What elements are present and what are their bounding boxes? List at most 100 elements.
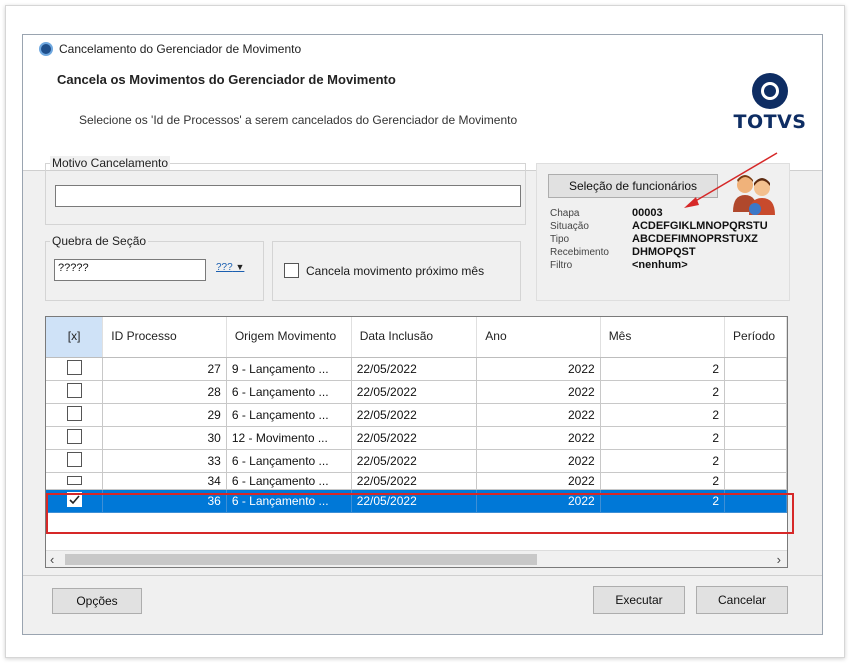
periodo-cell <box>724 426 787 450</box>
col-header-select[interactable]: [x] <box>46 317 104 358</box>
row-select-cell[interactable] <box>46 357 104 381</box>
row-checkbox[interactable] <box>66 451 82 467</box>
id-cell: 34 <box>102 472 227 490</box>
row-checkbox[interactable] <box>66 405 82 421</box>
ano-cell: 2022 <box>476 380 601 404</box>
ano-cell: 2022 <box>476 449 601 473</box>
process-table: [x] ID Processo Origem Movimento Data In… <box>46 317 787 513</box>
col-header-periodo[interactable]: Período <box>724 317 787 358</box>
col-header-data[interactable]: Data Inclusão <box>351 317 478 358</box>
quebra-legend: Quebra de Seção <box>50 234 149 248</box>
logo-icon <box>752 73 788 109</box>
row-select-cell[interactable] <box>46 472 104 490</box>
motivo-group: Motivo Cancelamento <box>45 156 526 225</box>
table-row[interactable]: 29 6 - Lançamento ... 22/05/2022 2022 2 <box>46 403 787 427</box>
chapa-label: Chapa <box>550 208 580 219</box>
mes-cell: 2 <box>600 472 726 490</box>
scroll-left-icon[interactable]: ‹ <box>50 552 54 567</box>
cancela-checkbox[interactable] <box>284 263 299 278</box>
ano-cell: 2022 <box>476 357 601 381</box>
tipo-label: Tipo <box>550 234 570 245</box>
row-checkbox[interactable] <box>66 475 82 485</box>
motivo-legend: Motivo Cancelamento <box>50 156 171 170</box>
footer-divider <box>23 575 822 576</box>
row-checkbox[interactable] <box>66 382 82 398</box>
horizontal-scrollbar[interactable]: ‹ › <box>46 550 787 567</box>
options-button[interactable]: Opções <box>52 588 142 614</box>
periodo-cell <box>724 472 787 490</box>
ano-cell: 2022 <box>476 426 601 450</box>
cancel-button[interactable]: Cancelar <box>696 586 788 614</box>
table-row[interactable]: 33 6 - Lançamento ... 22/05/2022 2022 2 <box>46 449 787 473</box>
table-row[interactable]: 28 6 - Lançamento ... 22/05/2022 2022 2 <box>46 380 787 404</box>
header-title: Cancela os Movimentos do Gerenciador de … <box>57 72 396 87</box>
id-cell: 30 <box>102 426 227 450</box>
data-cell: 22/05/2022 <box>351 449 478 473</box>
periodo-cell <box>724 449 787 473</box>
mes-cell: 2 <box>600 357 726 381</box>
cancela-group: Cancela movimento próximo mês <box>272 241 521 301</box>
mes-cell: 2 <box>600 380 726 404</box>
origem-cell: 6 - Lançamento ... <box>226 403 352 427</box>
annotation-arrow-icon <box>684 152 778 208</box>
id-cell: 27 <box>102 357 227 381</box>
col-header-mes[interactable]: Mês <box>600 317 726 358</box>
cancela-checkbox-row[interactable]: Cancela movimento próximo mês <box>284 263 484 278</box>
header-subtitle: Selecione os 'Id de Processos' a serem c… <box>79 113 518 127</box>
window-title: Cancelamento do Gerenciador de Movimento <box>59 42 302 56</box>
execute-button[interactable]: Executar <box>593 586 685 614</box>
recebimento-value: DHMOPQST <box>632 246 696 258</box>
ano-cell: 2022 <box>476 472 601 490</box>
logo-text: TOTVS <box>733 111 807 133</box>
periodo-cell <box>724 403 787 427</box>
row-checkbox[interactable] <box>66 428 82 444</box>
tipo-value: ABCDEFIMNOPRSTUXZ <box>632 233 758 245</box>
app-icon <box>39 42 53 56</box>
title-bar: Cancelamento do Gerenciador de Movimento <box>23 35 822 63</box>
row-checkbox[interactable] <box>66 359 82 375</box>
periodo-cell <box>724 380 787 404</box>
table-row[interactable]: 27 9 - Lançamento ... 22/05/2022 2022 2 <box>46 357 787 381</box>
origem-cell: 6 - Lançamento ... <box>226 380 352 404</box>
origem-cell: 12 - Movimento ... <box>226 426 352 450</box>
data-cell: 22/05/2022 <box>351 426 478 450</box>
row-select-cell[interactable] <box>46 426 104 450</box>
selected-row-highlight <box>46 493 794 534</box>
col-header-ano[interactable]: Ano <box>476 317 601 358</box>
id-cell: 29 <box>102 403 227 427</box>
table-row[interactable]: 30 12 - Movimento ... 22/05/2022 2022 2 <box>46 426 787 450</box>
origem-cell: 9 - Lançamento ... <box>226 357 352 381</box>
scrollbar-thumb[interactable] <box>65 554 537 565</box>
origem-cell: 6 - Lançamento ... <box>226 472 352 490</box>
periodo-cell <box>724 357 787 381</box>
data-cell: 22/05/2022 <box>351 357 478 381</box>
cancela-label: Cancela movimento próximo mês <box>306 263 485 278</box>
scroll-right-icon[interactable]: › <box>777 552 781 567</box>
lookup-label: ??? <box>216 262 233 273</box>
quebra-group: Quebra de Seção ????? ??? ▼ <box>45 234 264 301</box>
col-header-origem[interactable]: Origem Movimento <box>226 317 352 358</box>
filtro-value: <nenhum> <box>632 259 688 271</box>
mes-cell: 2 <box>600 449 726 473</box>
col-header-id[interactable]: ID Processo <box>102 317 227 358</box>
filtro-label: Filtro <box>550 260 573 271</box>
row-select-cell[interactable] <box>46 449 104 473</box>
id-cell: 33 <box>102 449 227 473</box>
row-select-cell[interactable] <box>46 380 104 404</box>
data-cell: 22/05/2022 <box>351 472 478 490</box>
situacao-value: ACDEFGIKLMNOPQRSTU <box>632 220 768 232</box>
header-row: [x] ID Processo Origem Movimento Data In… <box>46 317 787 358</box>
row-select-cell[interactable] <box>46 403 104 427</box>
data-cell: 22/05/2022 <box>351 380 478 404</box>
quebra-input[interactable]: ????? <box>54 259 206 281</box>
data-cell: 22/05/2022 <box>351 403 478 427</box>
origem-cell: 6 - Lançamento ... <box>226 449 352 473</box>
mes-cell: 2 <box>600 426 726 450</box>
id-cell: 28 <box>102 380 227 404</box>
totvs-logo: TOTVS <box>730 73 810 139</box>
quebra-lookup-button[interactable]: ??? ▼ <box>216 262 244 273</box>
table-row[interactable]: 34 6 - Lançamento ... 22/05/2022 2022 2 <box>46 472 787 490</box>
motivo-input[interactable] <box>55 185 521 207</box>
chapa-value: 00003 <box>632 207 663 219</box>
dialog-window: Cancelamento do Gerenciador de Movimento… <box>22 34 823 635</box>
